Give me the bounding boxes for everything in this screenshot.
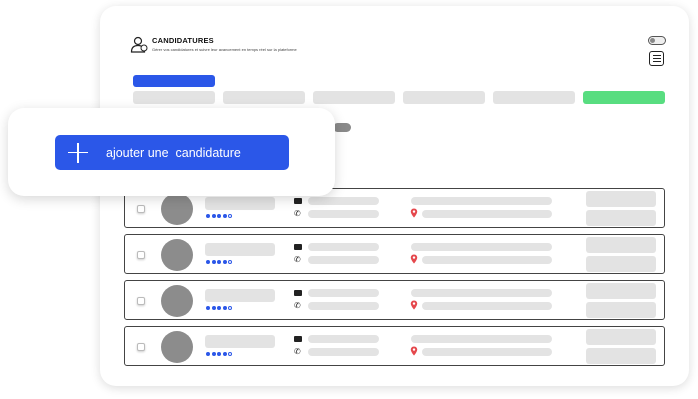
user-icon (130, 36, 148, 53)
phone-icon: ✆ (294, 255, 301, 264)
rating-stars (206, 352, 232, 356)
status-placeholder[interactable] (586, 191, 656, 207)
add-candidature-card: ajouter une candidature (8, 108, 335, 196)
rating-dot (211, 260, 216, 264)
status-placeholder[interactable] (586, 329, 656, 345)
add-candidature-label: ajouter une candidature (106, 145, 241, 160)
phone-icon: ✆ (294, 347, 301, 356)
phone-icon: ✆ (294, 301, 301, 310)
phone-placeholder (308, 256, 379, 264)
city-placeholder (422, 256, 552, 264)
row-checkbox[interactable] (137, 297, 145, 305)
page-header: CANDIDATURES Gérer vos candidatures et s… (130, 36, 297, 54)
email-placeholder (308, 243, 379, 251)
address-placeholder (411, 243, 552, 251)
mail-icon (294, 244, 302, 250)
rating-stars (206, 214, 232, 218)
mail-icon (294, 198, 302, 204)
status-placeholder[interactable] (586, 283, 656, 299)
theme-toggle[interactable] (648, 36, 666, 45)
title-block: CANDIDATURES Gérer vos candidatures et s… (152, 36, 297, 52)
location-pin-icon (410, 346, 418, 356)
city-placeholder (422, 210, 552, 218)
rating-dot (206, 214, 210, 218)
mail-icon (294, 336, 302, 342)
table-row[interactable]: ✆ (124, 234, 665, 274)
phone-placeholder (308, 302, 379, 310)
rating-dot (217, 352, 221, 356)
row-checkbox[interactable] (137, 205, 145, 213)
email-placeholder (308, 289, 379, 297)
rating-dot (228, 260, 232, 264)
rating-stars (206, 260, 232, 264)
rating-dot (222, 306, 227, 310)
mail-icon (294, 290, 302, 296)
plus-icon (68, 142, 88, 163)
avatar (161, 193, 193, 225)
rating-dot (206, 306, 210, 310)
rating-dot (217, 260, 221, 264)
active-tab-indicator[interactable] (133, 75, 215, 87)
tab-bar (133, 91, 665, 104)
avatar (161, 239, 193, 271)
tab-4[interactable] (403, 91, 485, 104)
candidate-name-placeholder (205, 335, 275, 348)
rating-dot (222, 214, 227, 218)
rating-dot (222, 260, 227, 264)
action-placeholder[interactable] (586, 256, 656, 272)
rating-dot (211, 352, 216, 356)
phone-icon: ✆ (294, 209, 301, 218)
rating-dot (222, 352, 227, 356)
action-placeholder[interactable] (586, 348, 656, 364)
email-placeholder (308, 197, 379, 205)
rating-dot (228, 352, 232, 356)
status-placeholder[interactable] (586, 237, 656, 253)
rating-dot (217, 214, 221, 218)
rating-dot (228, 306, 232, 310)
page-title: CANDIDATURES (152, 36, 214, 45)
rating-dot (206, 352, 210, 356)
tab-success[interactable] (583, 91, 665, 104)
candidate-name-placeholder (205, 289, 275, 302)
candidatures-panel: CANDIDATURES Gérer vos candidatures et s… (100, 6, 689, 386)
rating-stars (206, 306, 232, 310)
candidate-name-placeholder (205, 197, 275, 210)
phone-placeholder (308, 210, 379, 218)
phone-placeholder (308, 348, 379, 356)
tab-2[interactable] (223, 91, 305, 104)
rating-dot (211, 306, 216, 310)
rating-dot (211, 214, 216, 218)
address-placeholder (411, 289, 552, 297)
action-placeholder[interactable] (586, 210, 656, 226)
filter-pill[interactable] (333, 123, 351, 132)
avatar (161, 331, 193, 363)
action-placeholder[interactable] (586, 302, 656, 318)
add-candidature-button[interactable]: ajouter une candidature (55, 135, 289, 170)
email-placeholder (308, 335, 379, 343)
rating-dot (206, 260, 210, 264)
table-row[interactable]: ✆ (124, 326, 665, 366)
rating-dot (228, 214, 232, 218)
address-placeholder (411, 335, 552, 343)
row-checkbox[interactable] (137, 251, 145, 259)
menu-icon[interactable] (649, 51, 664, 66)
city-placeholder (422, 302, 552, 310)
location-pin-icon (410, 208, 418, 218)
location-pin-icon (410, 300, 418, 310)
row-checkbox[interactable] (137, 343, 145, 351)
avatar (161, 285, 193, 317)
tab-1[interactable] (133, 91, 215, 104)
address-placeholder (411, 197, 552, 205)
page-subtitle: Gérer vos candidatures et suivre leur av… (152, 47, 297, 52)
city-placeholder (422, 348, 552, 356)
tab-5[interactable] (493, 91, 575, 104)
tab-3[interactable] (313, 91, 395, 104)
location-pin-icon (410, 254, 418, 264)
candidate-name-placeholder (205, 243, 275, 256)
rating-dot (217, 306, 221, 310)
stage: CANDIDATURES Gérer vos candidatures et s… (0, 0, 698, 399)
table-row[interactable]: ✆ (124, 280, 665, 320)
